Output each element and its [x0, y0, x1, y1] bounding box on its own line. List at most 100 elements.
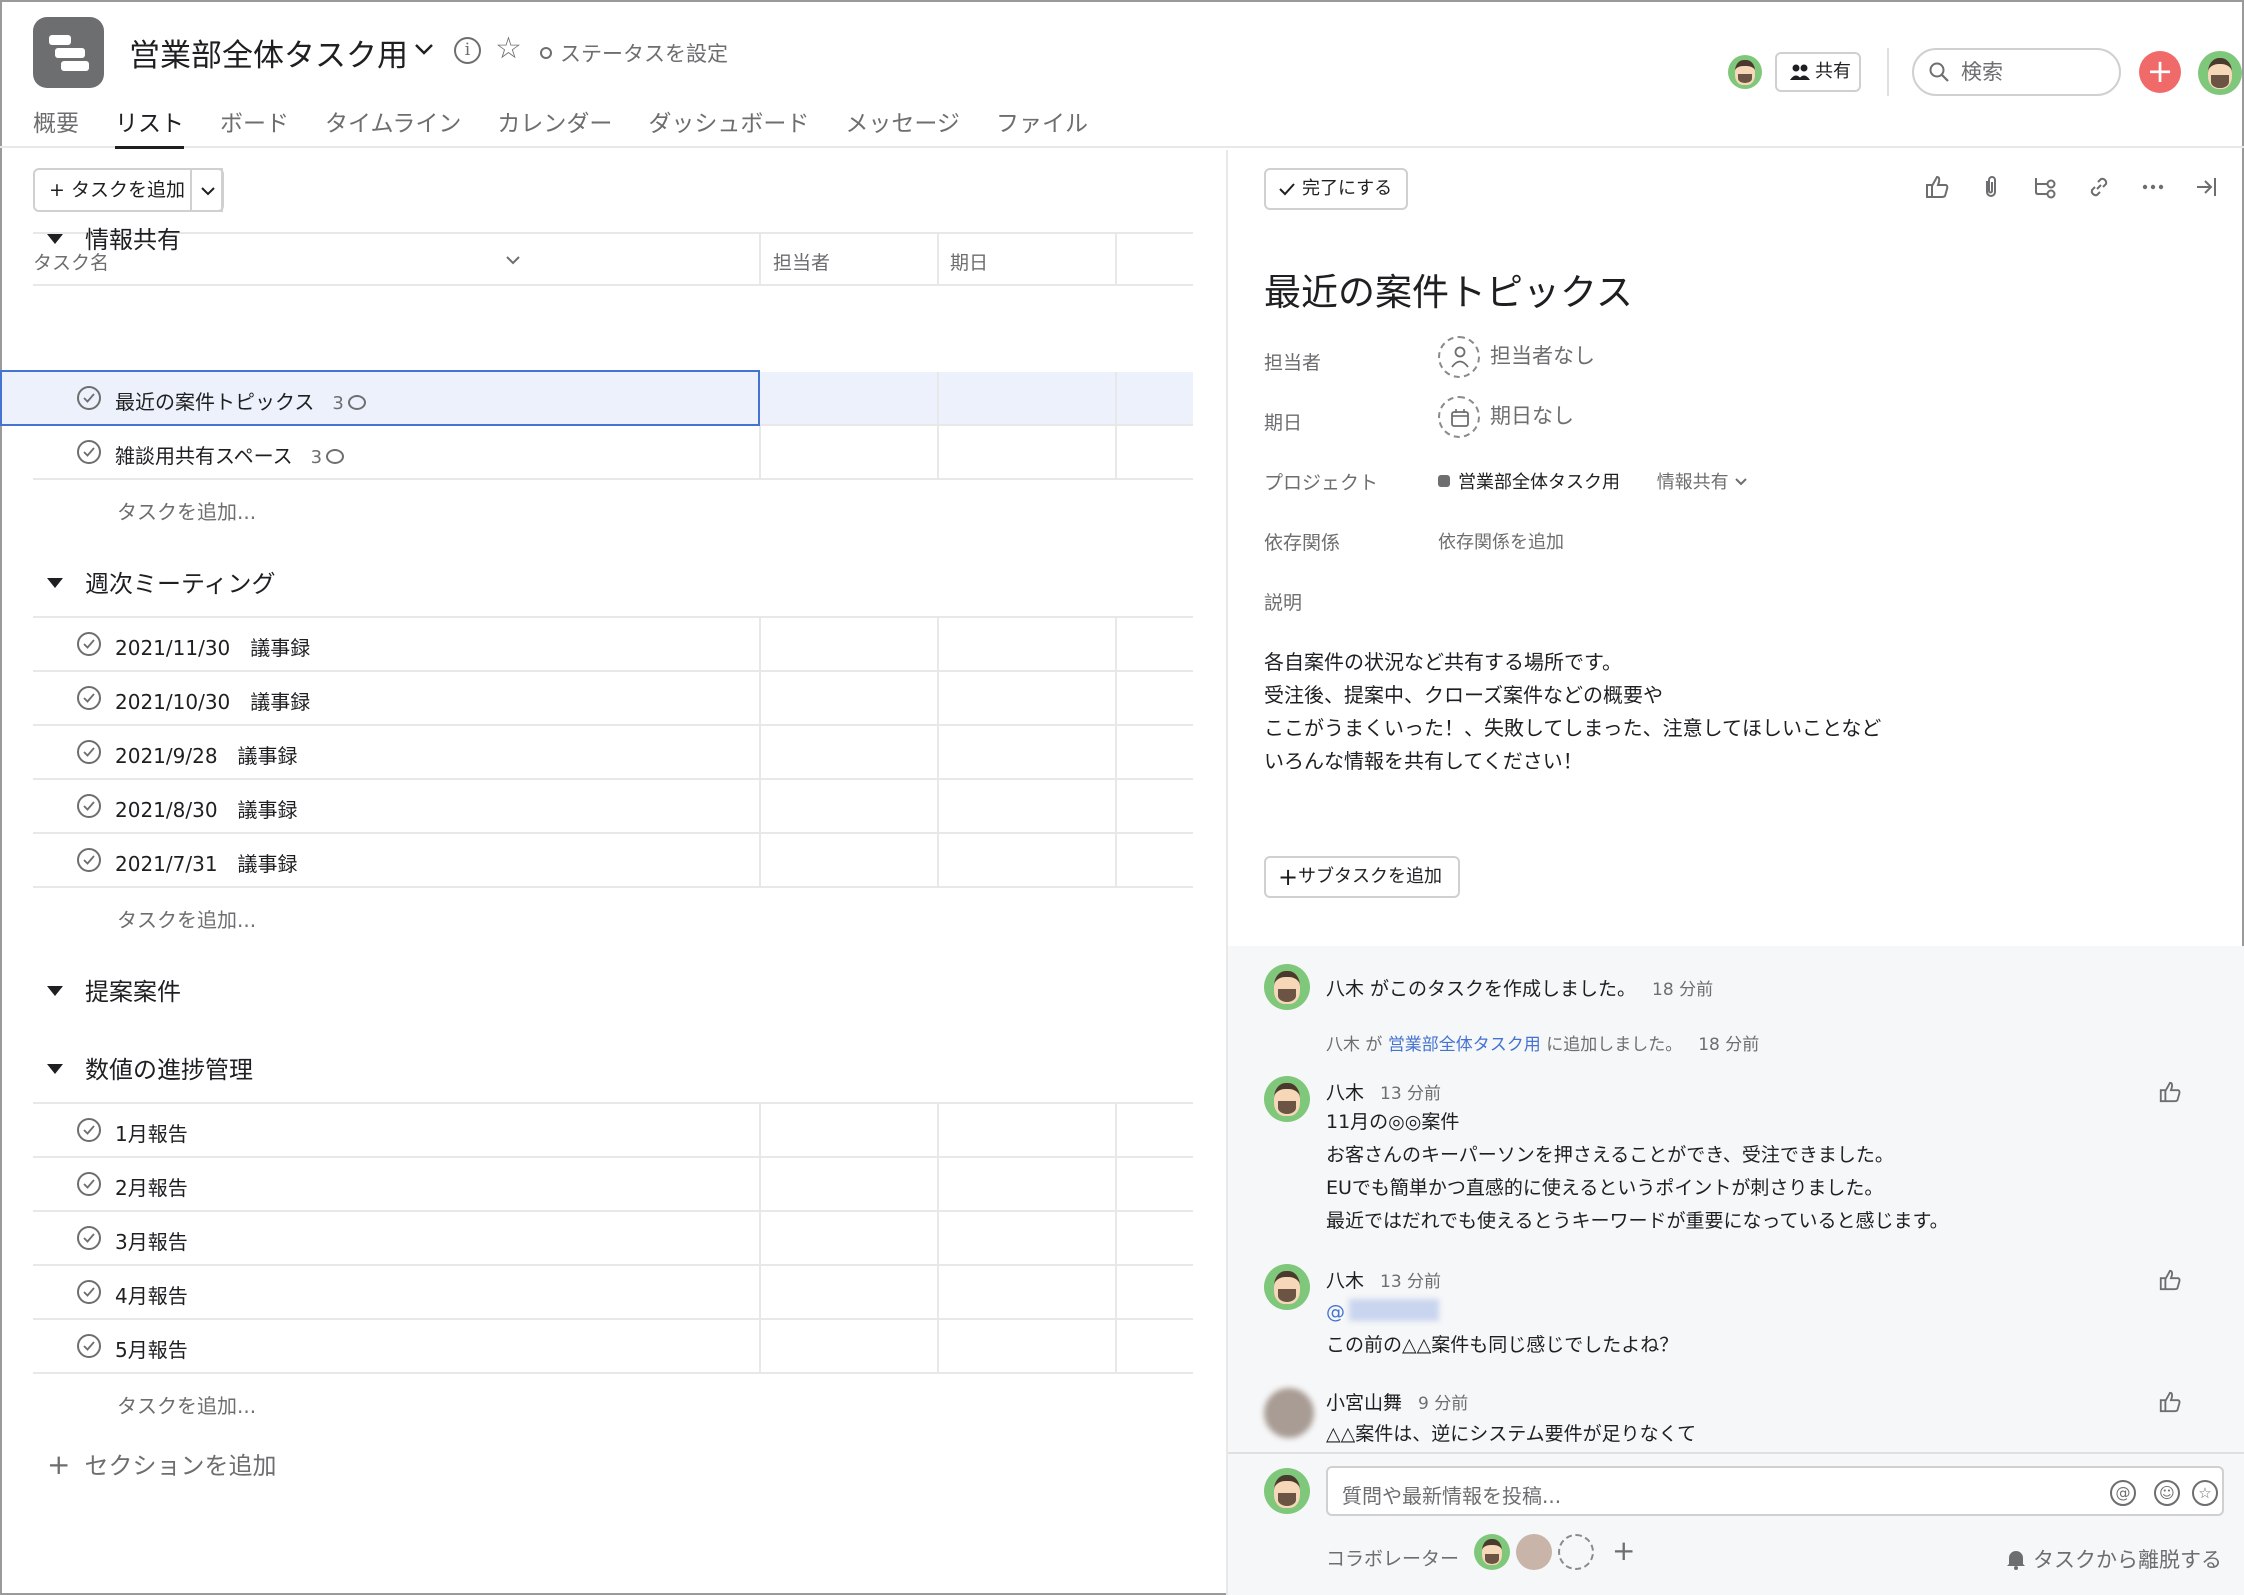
status-dot-icon	[540, 47, 552, 59]
task-title[interactable]: 最近の案件トピックス	[1264, 262, 1633, 316]
section-header[interactable]: 数値の進捗管理	[33, 1050, 253, 1100]
complete-check-icon[interactable]	[77, 632, 101, 656]
task-description[interactable]: 各自案件の状況など共有する場所です。 受注後、提案中、クローズ案件などの概要や …	[1264, 646, 1881, 778]
section-header[interactable]: 情報共有	[33, 220, 181, 270]
collapse-triangle-icon[interactable]	[47, 1064, 63, 1074]
due-date-field[interactable]: 期日なし	[1438, 396, 1574, 438]
chevron-down-icon[interactable]	[413, 38, 435, 60]
add-subtask-button[interactable]: + サブタスクを追加	[1264, 856, 1460, 898]
assignee-field[interactable]: 担当者なし	[1438, 336, 1595, 378]
collapse-triangle-icon[interactable]	[47, 234, 63, 244]
attachment-icon[interactable]	[1964, 174, 2018, 206]
project-link[interactable]: 営業部全体タスク用	[1388, 1035, 1541, 1055]
tab-list[interactable]: リスト	[115, 104, 184, 149]
table-row[interactable]: 2021/9/28 議事録	[33, 726, 1193, 780]
person-icon	[1438, 336, 1480, 378]
complete-check-icon[interactable]	[77, 1334, 101, 1358]
add-collaborator-icon[interactable]	[1558, 1534, 1594, 1570]
complete-check-icon[interactable]	[77, 1226, 101, 1250]
table-row[interactable]: 2021/11/30 議事録	[33, 616, 1193, 672]
project-field[interactable]: 営業部全体タスク用 情報共有	[1438, 468, 1748, 494]
search-input[interactable]: 検索	[1912, 48, 2121, 96]
plus-icon: +	[1278, 863, 1299, 891]
comment-input[interactable]: 質問や最新情報を投稿... @ ☺ ☆	[1326, 1466, 2224, 1516]
tab-dashboard[interactable]: ダッシュボード	[648, 104, 809, 148]
task-name: 2021/8/30 議事録	[115, 798, 298, 822]
member-avatar[interactable]	[1728, 55, 1762, 89]
table-row[interactable]: 4月報告	[33, 1266, 1193, 1320]
tab-messages[interactable]: メッセージ	[845, 104, 960, 148]
tab-overview[interactable]: 概要	[33, 104, 79, 148]
share-button[interactable]: 共有	[1775, 52, 1861, 92]
complete-check-icon[interactable]	[77, 794, 101, 818]
section-header[interactable]: 提案案件	[33, 972, 181, 1022]
avatar[interactable]	[1264, 964, 1310, 1010]
mention-icon[interactable]: @	[2110, 1480, 2136, 1506]
complete-check-icon[interactable]	[77, 1280, 101, 1304]
table-row[interactable]: 2月報告	[33, 1158, 1193, 1212]
add-section-button[interactable]: + セクションを追加	[47, 1446, 276, 1481]
collaborator-avatar[interactable]	[1516, 1534, 1552, 1570]
project-color-icon	[1438, 475, 1450, 487]
table-row[interactable]: 2021/8/30 議事録	[33, 780, 1193, 834]
collapse-triangle-icon[interactable]	[47, 986, 63, 996]
add-task-inline[interactable]: タスクを追加...	[117, 496, 256, 525]
subtask-icon[interactable]	[2018, 174, 2072, 206]
tab-files[interactable]: ファイル	[996, 104, 1088, 148]
project-title[interactable]: 営業部全体タスク用	[129, 30, 408, 75]
add-task-inline[interactable]: タスクを追加...	[117, 1390, 256, 1419]
tab-calendar[interactable]: カレンダー	[497, 104, 612, 148]
like-icon[interactable]	[2158, 1268, 2182, 1292]
section-dropdown[interactable]: 情報共有	[1657, 472, 1749, 493]
more-options-icon[interactable]	[2126, 174, 2180, 206]
like-icon[interactable]	[2158, 1390, 2182, 1414]
table-row[interactable]: 2021/7/31 議事録	[33, 834, 1193, 888]
add-task-inline[interactable]: タスクを追加...	[117, 904, 256, 933]
complete-check-icon[interactable]	[77, 386, 101, 410]
collaborator-avatar[interactable]	[1474, 1534, 1510, 1570]
mention[interactable]: @	[1326, 1301, 1345, 1323]
table-row[interactable]: 3月報告	[33, 1212, 1193, 1266]
global-add-button[interactable]: +	[2139, 51, 2181, 93]
like-icon[interactable]	[2158, 1080, 2182, 1104]
avatar	[1264, 1468, 1310, 1514]
star-icon[interactable]: ☆	[495, 34, 522, 64]
table-row[interactable]: 5月報告	[33, 1320, 1193, 1374]
table-row[interactable]: 2021/10/30 議事録	[33, 672, 1193, 726]
emoji-icon[interactable]: ☺	[2154, 1480, 2180, 1506]
mention-redacted	[1349, 1299, 1439, 1321]
collapse-triangle-icon[interactable]	[47, 578, 63, 588]
table-row[interactable]: 最近の案件トピックス 3	[0, 370, 1193, 426]
sort-chevron-icon[interactable]	[504, 251, 522, 269]
table-row[interactable]: 雑談用共有スペース 3	[33, 426, 1193, 480]
complete-check-icon[interactable]	[77, 440, 101, 464]
set-status-button[interactable]: ステータスを設定	[540, 38, 728, 68]
tab-timeline[interactable]: タイムライン	[325, 104, 461, 148]
table-row[interactable]: 1月報告	[33, 1102, 1193, 1158]
complete-check-icon[interactable]	[77, 1118, 101, 1142]
like-icon[interactable]	[1910, 174, 1964, 206]
add-task-dropdown[interactable]	[190, 168, 224, 212]
leave-task-button[interactable]: タスクから離脱する	[2006, 1544, 2222, 1574]
close-pane-icon[interactable]	[2180, 174, 2234, 206]
column-assignee[interactable]: 担当者	[773, 248, 830, 275]
tab-board[interactable]: ボード	[220, 104, 289, 148]
check-icon	[1279, 183, 1295, 196]
complete-check-icon[interactable]	[77, 686, 101, 710]
user-avatar[interactable]	[2198, 51, 2242, 95]
complete-check-icon[interactable]	[77, 1172, 101, 1196]
add-dependency-link[interactable]: 依存関係を追加	[1438, 528, 1564, 554]
mark-complete-button[interactable]: 完了にする	[1264, 168, 1408, 210]
star-icon[interactable]: ☆	[2192, 1480, 2218, 1506]
project-tag: 営業部全体タスク用	[1438, 472, 1620, 493]
avatar[interactable]	[1264, 1388, 1314, 1438]
avatar[interactable]	[1264, 1264, 1310, 1310]
add-collaborator-button[interactable]: +	[1612, 1534, 1635, 1567]
complete-check-icon[interactable]	[77, 740, 101, 764]
info-icon[interactable]: i	[454, 37, 481, 64]
complete-check-icon[interactable]	[77, 848, 101, 872]
avatar[interactable]	[1264, 1076, 1310, 1122]
column-due[interactable]: 期日	[950, 248, 988, 275]
link-icon[interactable]	[2072, 174, 2126, 206]
section-header[interactable]: 週次ミーティング	[33, 564, 276, 614]
